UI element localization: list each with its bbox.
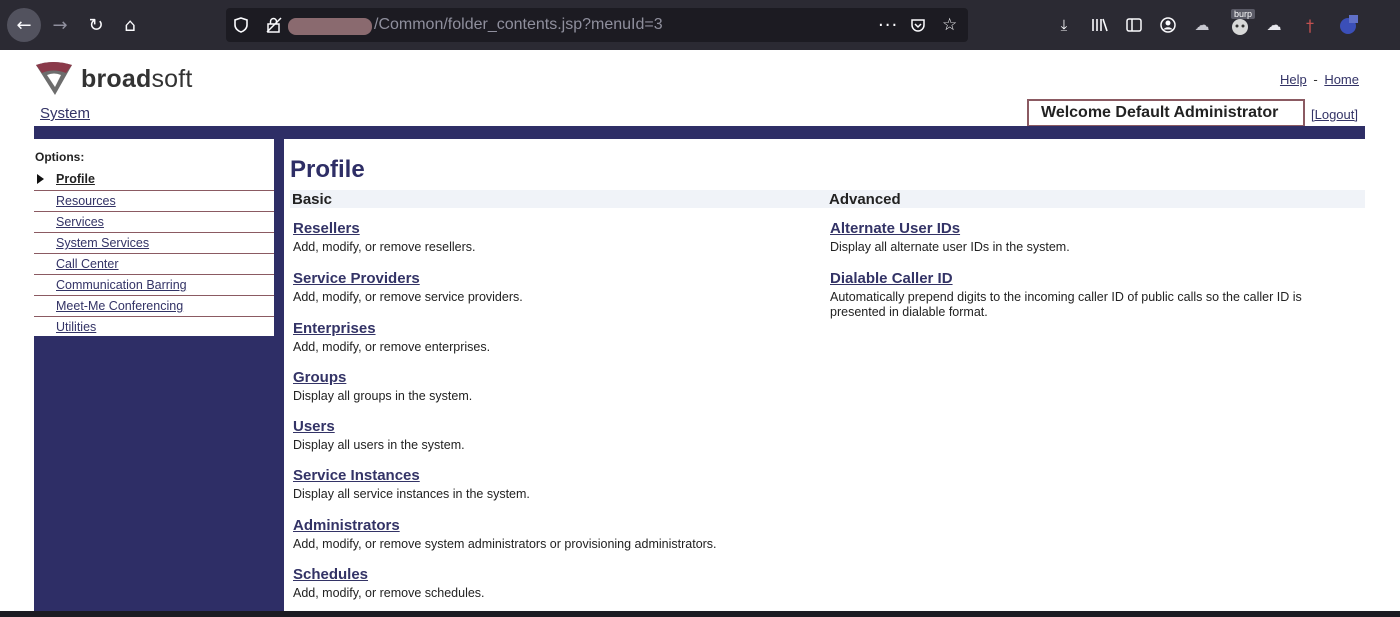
administrators-link[interactable]: Administrators bbox=[293, 517, 717, 534]
enterprises-desc: Add, modify, or remove enterprises. bbox=[293, 340, 491, 354]
reload-icon[interactable]: ↻ bbox=[80, 9, 112, 41]
sidebar-icon[interactable] bbox=[1122, 13, 1146, 37]
advanced-heading: Advanced bbox=[829, 191, 901, 208]
web-page: broadsoft Help - Home System Welcome Def… bbox=[0, 50, 1400, 611]
extension-icon[interactable]: † bbox=[1298, 13, 1322, 37]
address-bar[interactable]: /Common/folder_contents.jsp?menuId=3 ···… bbox=[226, 8, 968, 42]
container-icon[interactable]: ☁ bbox=[1262, 13, 1286, 37]
resellers-link[interactable]: Resellers bbox=[293, 220, 475, 237]
entry-alternate-user-ids: Alternate User IDs Display all alternate… bbox=[830, 220, 1070, 255]
sidebar-item-system-services[interactable]: System Services bbox=[34, 232, 274, 253]
entry-administrators: Administrators Add, modify, or remove sy… bbox=[293, 517, 717, 552]
top-links: Help - Home bbox=[1280, 72, 1359, 87]
entry-enterprises: Enterprises Add, modify, or remove enter… bbox=[293, 320, 490, 355]
help-link[interactable]: Help bbox=[1280, 72, 1307, 87]
bottom-edge bbox=[0, 611, 1400, 617]
options-panel: Options: Profile Resources Services Syst… bbox=[34, 139, 274, 336]
service-providers-desc: Add, modify, or remove service providers… bbox=[293, 290, 523, 304]
groups-desc: Display all groups in the system. bbox=[293, 389, 473, 403]
sidebar-item-meet-me-conferencing[interactable]: Meet-Me Conferencing bbox=[34, 295, 274, 316]
more-icon[interactable]: ··· bbox=[878, 8, 898, 42]
entry-resellers: Resellers Add, modify, or remove reselle… bbox=[293, 220, 475, 255]
schedules-link[interactable]: Schedules bbox=[293, 566, 485, 583]
browser-toolbar: ← → ↻ ⌂ /Common/folder_contents.jsp?menu… bbox=[0, 0, 1400, 50]
entry-schedules: Schedules Add, modify, or remove schedul… bbox=[293, 566, 485, 601]
groups-link[interactable]: Groups bbox=[293, 369, 472, 386]
lock-icon[interactable] bbox=[266, 8, 282, 42]
redacted-host bbox=[288, 18, 372, 35]
forward-arrow-icon[interactable]: → bbox=[44, 9, 76, 41]
options-sidebar: Options: Profile Resources Services Syst… bbox=[34, 139, 284, 611]
column-header-bar bbox=[290, 190, 1365, 208]
alternate-user-ids-link[interactable]: Alternate User IDs bbox=[830, 220, 1070, 237]
home-link[interactable]: Home bbox=[1324, 72, 1359, 87]
bookmark-star-icon[interactable]: ☆ bbox=[942, 8, 957, 42]
sidebar-item-utilities[interactable]: Utilities bbox=[34, 316, 274, 336]
administrators-desc: Add, modify, or remove system administra… bbox=[293, 537, 717, 551]
logout-link[interactable]: [Logout] bbox=[1311, 107, 1358, 122]
sidebar-item-communication-barring[interactable]: Communication Barring bbox=[34, 274, 274, 295]
enterprises-link[interactable]: Enterprises bbox=[293, 320, 490, 337]
resellers-desc: Add, modify, or remove resellers. bbox=[293, 240, 476, 254]
basic-heading: Basic bbox=[292, 191, 333, 208]
header-divider-bar bbox=[34, 126, 1365, 139]
service-instances-desc: Display all service instances in the sys… bbox=[293, 487, 530, 501]
service-instances-link[interactable]: Service Instances bbox=[293, 467, 530, 484]
alternate-user-ids-desc: Display all alternate user IDs in the sy… bbox=[830, 240, 1070, 254]
entry-users: Users Display all users in the system. bbox=[293, 418, 465, 453]
back-arrow-icon[interactable]: ← bbox=[7, 8, 41, 42]
broadsoft-logo: broadsoft bbox=[33, 61, 193, 97]
logo-text: broadsoft bbox=[81, 64, 193, 93]
sidebar-item-services[interactable]: Services bbox=[34, 211, 274, 232]
logo-mark-icon bbox=[33, 61, 75, 97]
url-text[interactable]: /Common/folder_contents.jsp?menuId=3 bbox=[374, 8, 663, 42]
shield-icon[interactable] bbox=[234, 8, 248, 42]
burp-badge: burp bbox=[1231, 9, 1256, 19]
page-title: Profile bbox=[290, 156, 365, 183]
users-link[interactable]: Users bbox=[293, 418, 465, 435]
welcome-message: Welcome Default Administrator bbox=[1027, 99, 1305, 127]
dialable-caller-id-desc: Automatically prepend digits to the inco… bbox=[830, 290, 1302, 319]
options-title: Options: bbox=[35, 150, 85, 164]
extension-icon[interactable]: ☁ bbox=[1190, 13, 1214, 37]
entry-service-providers: Service Providers Add, modify, or remove… bbox=[293, 270, 523, 305]
entry-service-instances: Service Instances Display all service in… bbox=[293, 467, 530, 502]
service-providers-link[interactable]: Service Providers bbox=[293, 270, 523, 287]
sidebar-item-resources[interactable]: Resources bbox=[34, 190, 274, 211]
account-icon[interactable] bbox=[1156, 13, 1180, 37]
download-icon[interactable]: ⤓ bbox=[1052, 13, 1076, 37]
current-arrow-icon bbox=[37, 174, 44, 184]
sidebar-item-call-center[interactable]: Call Center bbox=[34, 253, 274, 274]
schedules-desc: Add, modify, or remove schedules. bbox=[293, 586, 485, 600]
separator: - bbox=[1313, 72, 1318, 87]
home-icon[interactable]: ⌂ bbox=[114, 9, 146, 41]
library-icon[interactable] bbox=[1088, 13, 1112, 37]
sidebar-item-profile[interactable]: Profile bbox=[34, 169, 274, 190]
users-desc: Display all users in the system. bbox=[293, 438, 465, 452]
system-link[interactable]: System bbox=[40, 105, 90, 122]
entry-dialable-caller-id: Dialable Caller ID Automatically prepend… bbox=[830, 270, 1350, 320]
pocket-icon[interactable] bbox=[910, 8, 926, 42]
dialable-caller-id-link[interactable]: Dialable Caller ID bbox=[830, 270, 1350, 287]
entry-groups: Groups Display all groups in the system. bbox=[293, 369, 472, 404]
extension-icon[interactable] bbox=[1336, 13, 1360, 37]
